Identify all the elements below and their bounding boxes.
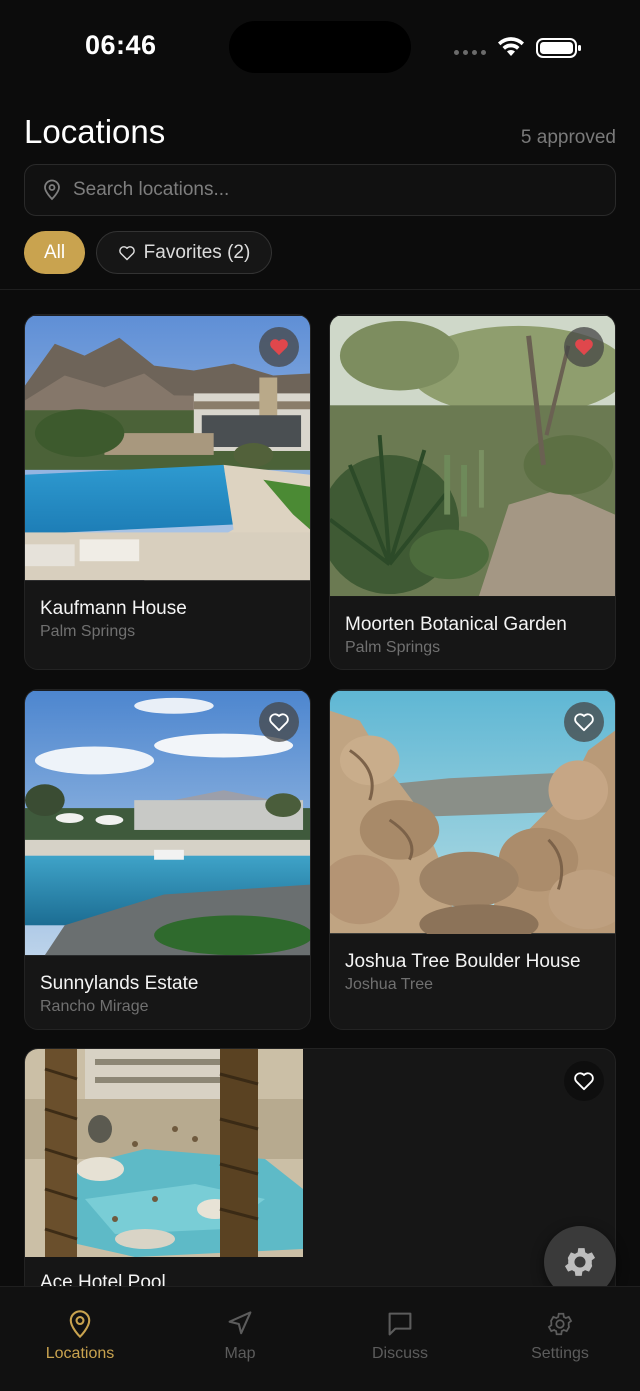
tab-label: Discuss [371, 1345, 428, 1362]
location-card-moorten-botanical-garden[interactable]: Moorten Botanical Garden Palm Springs [329, 314, 616, 670]
heart-filled-icon [270, 339, 288, 356]
navigation-icon [228, 1311, 252, 1335]
favorite-toggle[interactable] [564, 327, 604, 367]
filter-favorites-label: Favorites (2) [143, 241, 251, 263]
header-divider [0, 289, 640, 290]
chat-icon [388, 1312, 412, 1336]
tab-locations[interactable]: Locations [0, 1287, 160, 1391]
cellular-signal-icon [454, 50, 486, 55]
location-card-joshua-tree-boulder-house[interactable]: Joshua Tree Boulder House Joshua Tree [329, 689, 616, 1030]
heart-outline-icon [269, 713, 289, 732]
filter-favorites-chip[interactable]: Favorites (2) [96, 231, 272, 274]
search-input[interactable] [73, 179, 573, 201]
bottom-tab-bar: Locations Map Discuss Settings [0, 1286, 640, 1391]
location-name: Moorten Botanical Garden [345, 614, 567, 635]
location-area: Joshua Tree [345, 976, 434, 993]
heart-outline-icon [574, 1072, 594, 1091]
tab-label: Locations [45, 1345, 115, 1362]
status-time: 06:46 [85, 30, 157, 60]
favorite-toggle[interactable] [259, 702, 299, 742]
location-area: Rancho Mirage [40, 998, 149, 1015]
heart-outline-icon [574, 713, 594, 732]
heart-outline-icon [118, 245, 135, 260]
approved-count: 5 approved [520, 127, 616, 148]
favorite-toggle[interactable] [564, 1061, 604, 1101]
filter-all-label: All [43, 241, 66, 263]
status-bar: 06:46 [0, 0, 640, 96]
locations-screen: 06:46 Locations 5 approved All Favorites… [0, 0, 640, 1391]
page-title: Locations [24, 113, 166, 150]
favorite-toggle[interactable] [259, 327, 299, 367]
tab-settings[interactable]: Settings [480, 1287, 640, 1391]
tab-map[interactable]: Map [160, 1287, 320, 1391]
location-card-sunnylands-estate[interactable]: Sunnylands Estate Rancho Mirage [24, 689, 311, 1030]
map-pin-icon [69, 1310, 91, 1339]
location-name: Sunnylands Estate [40, 973, 199, 994]
location-name: Kaufmann House [40, 598, 187, 619]
heart-filled-icon [575, 339, 593, 356]
tab-label: Map [224, 1345, 256, 1362]
location-area: Palm Springs [345, 639, 441, 656]
gear-icon [564, 1248, 596, 1276]
gear-icon [547, 1312, 573, 1336]
map-pin-icon [44, 179, 60, 201]
location-name: Joshua Tree Boulder House [345, 951, 581, 972]
dynamic-island [229, 21, 411, 73]
wifi-icon [498, 37, 524, 56]
location-photo [25, 1049, 303, 1257]
location-card-kaufmann-house[interactable]: Kaufmann House Palm Springs [24, 314, 311, 670]
filter-all-chip[interactable]: All [24, 231, 85, 274]
battery-icon [536, 38, 581, 58]
location-area: Palm Springs [40, 623, 136, 640]
favorite-toggle[interactable] [564, 702, 604, 742]
search-bar[interactable] [24, 164, 616, 216]
tab-label: Settings [531, 1345, 589, 1362]
tab-discuss[interactable]: Discuss [320, 1287, 480, 1391]
